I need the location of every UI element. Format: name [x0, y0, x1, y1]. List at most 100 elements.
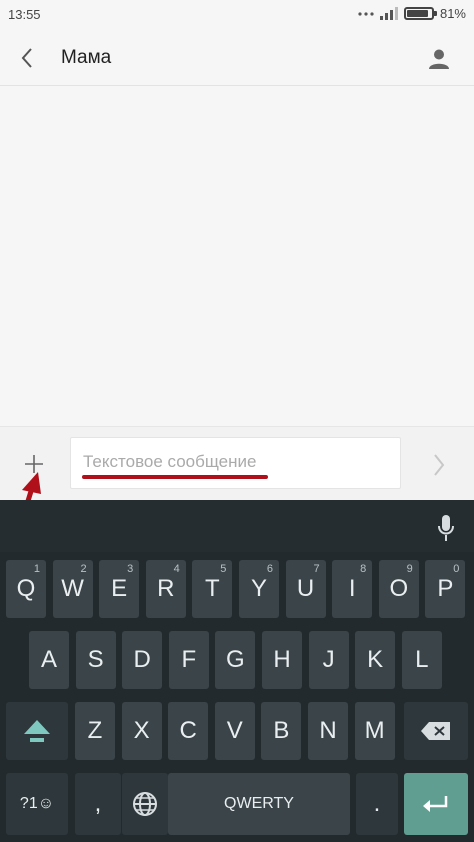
- key-label: I: [348, 575, 356, 602]
- key-hint: 4: [173, 563, 180, 575]
- key-l[interactable]: L: [401, 631, 442, 689]
- battery-percent: 81%: [439, 6, 466, 21]
- more-dots-icon: [358, 11, 374, 16]
- key-hint: 3: [127, 563, 134, 575]
- key-label: Y: [250, 575, 267, 602]
- chevron-left-icon: [21, 48, 32, 68]
- key-r[interactable]: R4: [145, 560, 186, 618]
- key-label: G: [226, 646, 245, 673]
- period-key-label: .: [373, 790, 381, 817]
- contact-button[interactable]: [424, 44, 454, 74]
- key-label: R: [157, 575, 175, 602]
- shift-key[interactable]: [6, 702, 68, 760]
- key-label: T: [205, 575, 220, 602]
- key-label: J: [322, 646, 335, 673]
- key-label: P: [437, 575, 454, 602]
- key-hint: 0: [453, 563, 460, 575]
- period-key[interactable]: .: [356, 773, 398, 835]
- battery-icon: [403, 7, 437, 20]
- chevron-right-icon: [434, 454, 445, 476]
- backspace-icon: [421, 722, 450, 740]
- key-label: K: [367, 646, 384, 673]
- key-label: W: [61, 575, 84, 602]
- message-input[interactable]: [83, 452, 383, 472]
- key-t[interactable]: T5: [192, 560, 233, 618]
- key-g[interactable]: G: [215, 631, 256, 689]
- comma-key-label: ,: [94, 790, 102, 817]
- space-key-label: QWERTY: [224, 795, 294, 812]
- symbols-key[interactable]: ?1☺: [6, 773, 68, 835]
- key-q[interactable]: Q1: [6, 560, 46, 618]
- back-button[interactable]: [10, 40, 44, 76]
- key-x[interactable]: X: [121, 702, 162, 760]
- globe-icon: [133, 792, 157, 816]
- key-label: A: [40, 646, 57, 673]
- key-z[interactable]: Z: [75, 702, 115, 760]
- key-label: H: [273, 646, 291, 673]
- key-label: U: [296, 575, 315, 602]
- key-v[interactable]: V: [214, 702, 255, 760]
- enter-key[interactable]: [404, 773, 468, 835]
- signal-icon: [379, 7, 398, 20]
- key-label: F: [181, 646, 197, 673]
- status-time: 13:55: [8, 7, 41, 22]
- key-k[interactable]: K: [355, 631, 396, 689]
- message-list[interactable]: [0, 86, 474, 426]
- compose-bar: [0, 426, 474, 500]
- key-label: V: [226, 717, 243, 744]
- key-d[interactable]: D: [122, 631, 163, 689]
- key-y[interactable]: Y6: [239, 560, 279, 618]
- highlight-underline: [82, 475, 268, 479]
- status-icons: 81%: [358, 6, 466, 21]
- key-n[interactable]: N: [308, 702, 348, 760]
- key-s[interactable]: S: [75, 631, 116, 689]
- status-bar: 13:55 81%: [0, 0, 474, 30]
- key-hint: 1: [33, 563, 40, 575]
- key-hint: 5: [220, 563, 227, 575]
- backspace-key[interactable]: [404, 702, 468, 760]
- key-p[interactable]: P0: [425, 560, 466, 618]
- key-label: D: [133, 646, 151, 673]
- space-key[interactable]: QWERTY: [168, 773, 350, 835]
- key-hint: 7: [313, 563, 320, 575]
- key-m[interactable]: M: [354, 702, 395, 760]
- key-hint: 6: [266, 563, 273, 575]
- language-key[interactable]: [122, 773, 168, 835]
- key-hint: 8: [360, 563, 367, 575]
- key-a[interactable]: A: [29, 631, 69, 689]
- conversation-header: Мама: [0, 30, 474, 86]
- key-c[interactable]: C: [168, 702, 209, 760]
- send-button[interactable]: [426, 449, 452, 481]
- key-label: O: [389, 575, 409, 602]
- keyboard: ?1☺ , QWERTY . Q1W2E3R4T5Y6U7I8O9P0ASDFG…: [0, 500, 474, 842]
- symbols-key-label: ?1☺: [19, 795, 55, 812]
- key-h[interactable]: H: [262, 631, 302, 689]
- suggestion-strip: [0, 500, 474, 552]
- message-input-box[interactable]: [70, 437, 401, 489]
- key-e[interactable]: E3: [99, 560, 140, 618]
- key-label: B: [273, 717, 290, 744]
- contact-name: Мама: [61, 47, 112, 68]
- person-icon: [429, 49, 449, 69]
- key-b[interactable]: B: [261, 702, 302, 760]
- mic-button[interactable]: [432, 512, 460, 544]
- battery-fill: [406, 10, 429, 17]
- key-label: Z: [87, 717, 103, 744]
- shift-arrow-icon: [24, 720, 50, 742]
- key-o[interactable]: O9: [378, 560, 419, 618]
- key-hint: 9: [406, 563, 413, 575]
- comma-key[interactable]: ,: [75, 773, 121, 835]
- key-u[interactable]: U7: [285, 560, 326, 618]
- key-j[interactable]: J: [308, 631, 349, 689]
- key-f[interactable]: F: [168, 631, 209, 689]
- microphone-icon: [438, 515, 454, 541]
- key-i[interactable]: I8: [332, 560, 373, 618]
- key-label: X: [133, 717, 150, 744]
- enter-icon: [423, 796, 448, 812]
- key-label: E: [111, 575, 128, 602]
- key-label: S: [87, 646, 104, 673]
- key-hint: 2: [80, 563, 87, 575]
- key-label: L: [415, 646, 429, 673]
- key-label: N: [319, 717, 337, 744]
- key-w[interactable]: W2: [52, 560, 93, 618]
